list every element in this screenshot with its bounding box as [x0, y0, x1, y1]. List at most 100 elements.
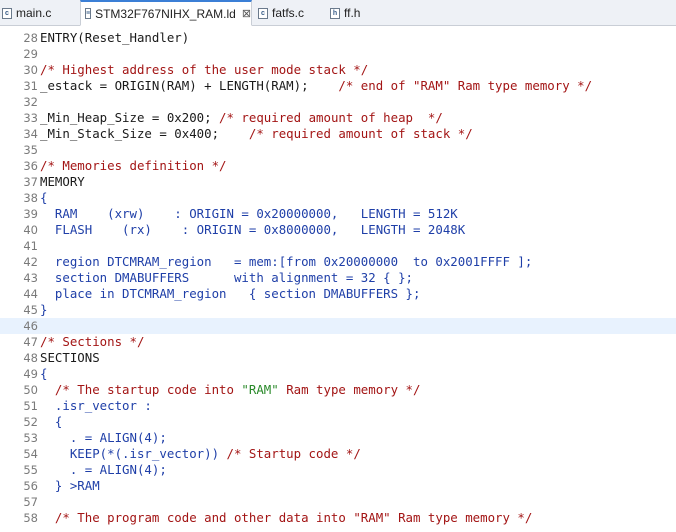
line-number: 52 [23, 415, 38, 429]
line-number: 30 [23, 63, 38, 77]
line-number: 56 [23, 479, 38, 493]
line-number: 42 [23, 255, 38, 269]
line-text: MEMORY [40, 174, 85, 189]
code-line[interactable]: 39 RAM (xrw) : ORIGIN = 0x20000000, LENG… [0, 206, 676, 222]
line-text: place in DTCMRAM_region { section DMABUF… [40, 286, 421, 301]
line-number: 54 [23, 447, 38, 461]
code-line[interactable]: 43 section DMABUFFERS with alignment = 3… [0, 270, 676, 286]
tab-main-c[interactable]: c main.c [2, 1, 78, 25]
line-text: SECTIONS [40, 350, 100, 365]
c-file-icon: c [2, 7, 12, 19]
line-number: 28 [23, 31, 38, 45]
line-text: } >RAM [40, 478, 100, 493]
code-line[interactable]: 52 { [0, 414, 676, 430]
line-number: 46 [23, 319, 38, 333]
code-line[interactable]: 56 } >RAM [0, 478, 676, 494]
code-line[interactable]: 58 /* The program code and other data in… [0, 510, 676, 526]
code-line[interactable]: 53 . = ALIGN(4); [0, 430, 676, 446]
code-editor[interactable]: 28 ENTRY(Reset_Handler) 29 30/* Highest add… [0, 26, 676, 532]
line-number: 55 [23, 463, 38, 477]
line-number: 36 [23, 159, 38, 173]
line-number: 32 [23, 95, 38, 109]
code-line[interactable]: 36/* Memories definition */ [0, 158, 676, 174]
code-line[interactable]: 31 _estack = ORIGIN(RAM) + LENGTH(RAM); /… [0, 78, 676, 94]
code-line[interactable]: 28 ENTRY(Reset_Handler) [0, 30, 676, 46]
line-text: ENTRY(Reset_Handler) [40, 30, 190, 45]
line-text: region DTCMRAM_region = mem:[from 0x2000… [40, 254, 533, 269]
line-number: 53 [23, 431, 38, 445]
line-text: /* Highest address of the user mode stac… [40, 62, 369, 77]
line-text: /* The startup code into "RAM" Ram type … [54, 382, 421, 397]
line-text: _Min_Heap_Size = 0x200; /* required amou… [40, 110, 443, 125]
line-text: . = ALIGN(4); [40, 430, 167, 445]
line-text: .isr_vector : [40, 398, 152, 413]
c-file-icon: c [258, 7, 268, 19]
code-line[interactable]: 44 place in DTCMRAM_region { section DMA… [0, 286, 676, 302]
code-line[interactable]: 41 [0, 238, 676, 254]
tab-label: fatfs.c [272, 6, 305, 20]
line-number: 34 [23, 127, 38, 141]
line-number: 44 [23, 287, 38, 301]
line-number: 41 [23, 239, 38, 253]
code-line[interactable]: 51 .isr_vector : [0, 398, 676, 414]
close-icon[interactable]: ⊠ [242, 7, 251, 20]
code-line[interactable]: 46 [0, 318, 676, 334]
line-number: 58 [23, 511, 38, 525]
code-line[interactable]: 32 [0, 94, 676, 110]
code-line[interactable]: 48 SECTIONS [0, 350, 676, 366]
line-number: 57 [23, 495, 38, 509]
line-number: 31 [23, 79, 38, 93]
line-text: _Min_Stack_Size = 0x400; /* required amo… [40, 126, 473, 141]
line-text: { [40, 190, 48, 205]
line-number: 38 [23, 191, 38, 205]
line-text: _estack = ORIGIN(RAM) + LENGTH(RAM); /* … [40, 78, 593, 93]
tab-stm32-ld[interactable]: ≡ STM32F767NIHX_RAM.ld ⊠ [80, 0, 252, 26]
line-number: 43 [23, 271, 38, 285]
line-number: 48 [23, 351, 38, 365]
code-line[interactable]: 49{ [0, 366, 676, 382]
h-file-icon: h [330, 7, 340, 19]
line-number: 33 [23, 111, 38, 125]
line-number: 45 [23, 303, 38, 317]
code-line[interactable]: 42 region DTCMRAM_region = mem:[from 0x2… [0, 254, 676, 270]
code-line[interactable]: 47/* Sections */ [0, 334, 676, 350]
tab-label: ff.h [344, 6, 361, 20]
code-line[interactable]: 30/* Highest address of the user mode st… [0, 62, 676, 78]
line-text: /* Memories definition */ [40, 158, 227, 173]
code-line[interactable]: 38{ [0, 190, 676, 206]
code-line[interactable]: 55 . = ALIGN(4); [0, 462, 676, 478]
code-line[interactable]: 37 MEMORY [0, 174, 676, 190]
line-number: 51 [23, 399, 38, 413]
code-line[interactable]: 45} [0, 302, 676, 318]
code-line[interactable]: 50 /* The startup code into "RAM" Ram ty… [0, 382, 676, 398]
line-number: 40 [23, 223, 38, 237]
line-number: 39 [23, 207, 38, 221]
code-line[interactable]: 40 FLASH (rx) : ORIGIN = 0x8000000, LENG… [0, 222, 676, 238]
line-text: /* Sections */ [40, 334, 145, 349]
line-text: FLASH (rx) : ORIGIN = 0x8000000, LENGTH … [40, 222, 466, 237]
tab-ff-h[interactable]: h ff.h [330, 1, 390, 25]
tab-label: main.c [16, 6, 52, 20]
line-number: 47 [23, 335, 38, 349]
code-line[interactable]: 35 [0, 142, 676, 158]
line-number: 37 [23, 175, 38, 189]
line-number: 50 [23, 383, 38, 397]
code-line[interactable]: 33 _Min_Heap_Size = 0x200; /* required am… [0, 110, 676, 126]
line-text: section DMABUFFERS with alignment = 32 {… [40, 270, 413, 285]
code-line[interactable]: 57 [0, 494, 676, 510]
line-number: 29 [23, 47, 38, 61]
line-text: { [40, 366, 48, 381]
line-number: 35 [23, 143, 38, 157]
editor-tab-bar: c main.c ≡ STM32F767NIHX_RAM.ld ⊠ c fatf… [0, 0, 676, 26]
tab-label: STM32F767NIHX_RAM.ld [95, 6, 236, 21]
code-line[interactable]: 54 KEEP(*(.isr_vector)) /* Startup code … [0, 446, 676, 462]
line-text: { [40, 414, 63, 429]
code-line[interactable]: 34 _Min_Stack_Size = 0x400; /* required a… [0, 126, 676, 142]
line-text: . = ALIGN(4); [40, 462, 167, 477]
linker-file-icon: ≡ [85, 8, 92, 19]
tab-fatfs-c[interactable]: c fatfs.c [258, 1, 328, 25]
line-number: 49 [23, 367, 38, 381]
line-text: } [40, 302, 48, 317]
code-line[interactable]: 29 [0, 46, 676, 62]
line-text: KEEP(*(.isr_vector)) /* Startup code */ [40, 446, 361, 461]
